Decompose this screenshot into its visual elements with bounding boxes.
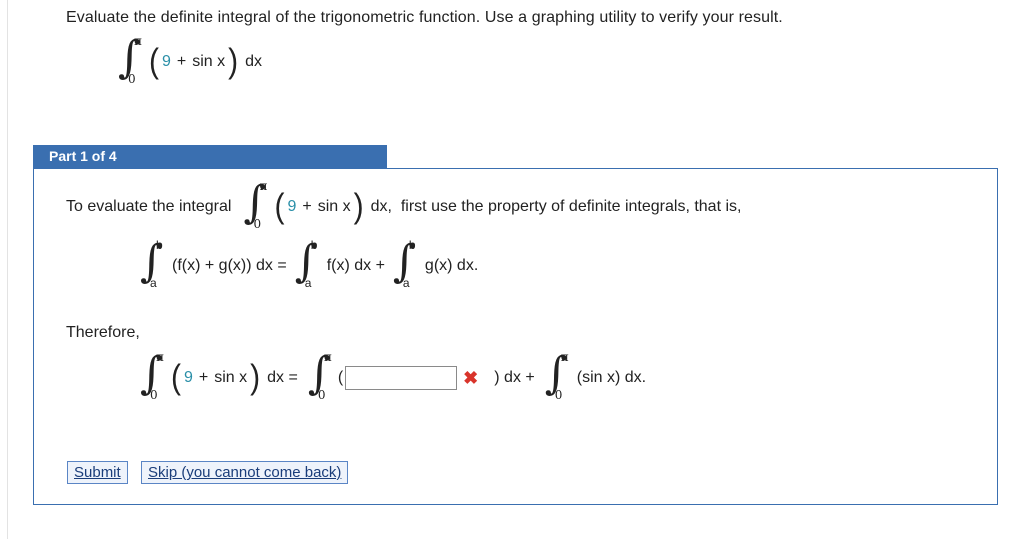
- part-header: Part 1 of 4: [33, 145, 387, 168]
- instruction-lead: To evaluate the integral: [66, 198, 232, 215]
- integral-sign: ∫ π 0: [544, 348, 569, 402]
- problem-integral: ∫ π 0 ( 9 + sin x ) dx: [118, 32, 263, 86]
- skip-button[interactable]: Skip (you cannot come back): [141, 461, 349, 484]
- answer-equation: ∫ π 0 ( 9 + sin x ) dx = ∫ π 0 ( ✖ ) dx …: [140, 348, 647, 402]
- integral-sign: ∫ π 0: [140, 348, 164, 402]
- integral-sign: ∫ b a: [140, 236, 163, 290]
- integral-property: ∫ b a (f(x) + g(x)) dx = ∫ b a f(x) dx +…: [140, 236, 479, 290]
- constant-term: 9: [162, 53, 171, 70]
- integral-sign: ∫ π 0: [243, 177, 268, 231]
- integral-sign: ∫ b a: [392, 236, 416, 290]
- answer-input[interactable]: [345, 366, 458, 390]
- therefore-label: Therefore,: [66, 324, 140, 341]
- integral-sign: ∫ π 0: [307, 348, 332, 402]
- sine-integral-term: (sin x) dx.: [576, 369, 647, 386]
- submit-button[interactable]: Submit: [67, 461, 128, 484]
- instruction-tail: dx, first use the property of definite i…: [370, 198, 742, 215]
- problem-prompt: Evaluate the definite integral of the tr…: [66, 9, 783, 26]
- instruction-line: To evaluate the integral ∫ π 0 ( 9 + sin…: [66, 177, 742, 231]
- left-border: [7, 0, 8, 539]
- integral-sign: ∫ b a: [294, 236, 318, 290]
- incorrect-icon: ✖: [463, 367, 479, 388]
- sine-term: sin x: [192, 53, 226, 70]
- integral-sign: ∫ π 0: [118, 32, 142, 86]
